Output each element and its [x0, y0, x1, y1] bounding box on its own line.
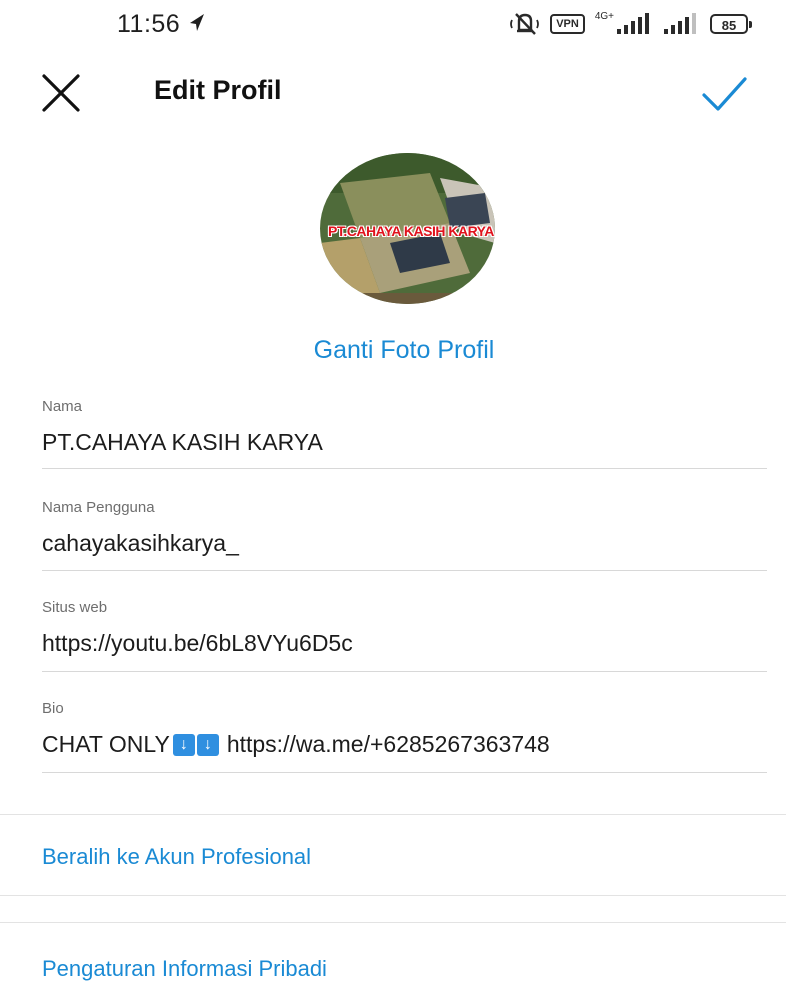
username-field[interactable]: Nama Pengguna cahayakasihkarya_ — [42, 499, 767, 571]
checkmark-icon[interactable] — [700, 71, 748, 115]
website-label: Situs web — [42, 599, 108, 616]
profile-photo[interactable]: PT.CAHAYA KASIH KARYA — [320, 153, 495, 304]
change-photo-link[interactable]: Ganti Foto Profil — [0, 336, 786, 365]
signal-4g-icon — [617, 13, 649, 34]
website-field[interactable]: Situs web https://youtu.be/6bL8VYu6D5c — [42, 599, 767, 672]
close-icon[interactable] — [38, 70, 84, 116]
name-input[interactable]: PT.CAHAYA KASIH KARYA — [42, 429, 767, 456]
name-label: Nama — [42, 398, 83, 415]
username-label: Nama Pengguna — [42, 499, 155, 516]
bio-label: Bio — [42, 700, 64, 717]
status-icons: VPN 4G+ 85 — [510, 6, 752, 42]
bio-input[interactable]: CHAT ONLY ↓ ↓ https://wa.me/+62852673637… — [42, 731, 767, 758]
down-arrow-icon: ↓ — [172, 733, 195, 756]
page-title: Edit Profil — [154, 75, 282, 105]
personal-info-settings-link[interactable]: Pengaturan Informasi Pribadi — [42, 956, 327, 982]
network-type: 4G+ — [594, 11, 614, 22]
username-input[interactable]: cahayakasihkarya_ — [42, 530, 767, 557]
switch-professional-link[interactable]: Beralih ke Akun Profesional — [42, 844, 311, 870]
avatar-overlay-text: PT.CAHAYA KASIH KARYA — [328, 223, 494, 239]
signal-icon — [664, 13, 696, 34]
down-arrow-icon: ↓ — [196, 733, 219, 756]
vpn-badge: VPN — [550, 14, 585, 34]
bio-field[interactable]: Bio CHAT ONLY ↓ ↓ https://wa.me/+6285267… — [42, 700, 767, 773]
battery-indicator: 85 — [710, 14, 752, 34]
website-input[interactable]: https://youtu.be/6bL8VYu6D5c — [42, 630, 767, 657]
bio-link: https://wa.me/+6285267363748 — [226, 731, 550, 757]
name-field[interactable]: Nama PT.CAHAYA KASIH KARYA — [42, 398, 767, 469]
edit-profile-screen: 11:56 VPN 4G+ 85 Edit Profil PT.CAHAYA K… — [0, 0, 786, 1003]
divider — [0, 922, 786, 923]
mute-icon — [510, 13, 540, 35]
location-arrow-icon — [190, 14, 204, 31]
divider — [0, 895, 786, 896]
top-bar: Edit Profil — [0, 55, 786, 125]
status-bar: 11:56 VPN 4G+ 85 — [0, 0, 786, 50]
status-time: 11:56 — [117, 10, 181, 38]
divider — [0, 814, 786, 815]
bio-prefix: CHAT ONLY — [42, 731, 170, 757]
